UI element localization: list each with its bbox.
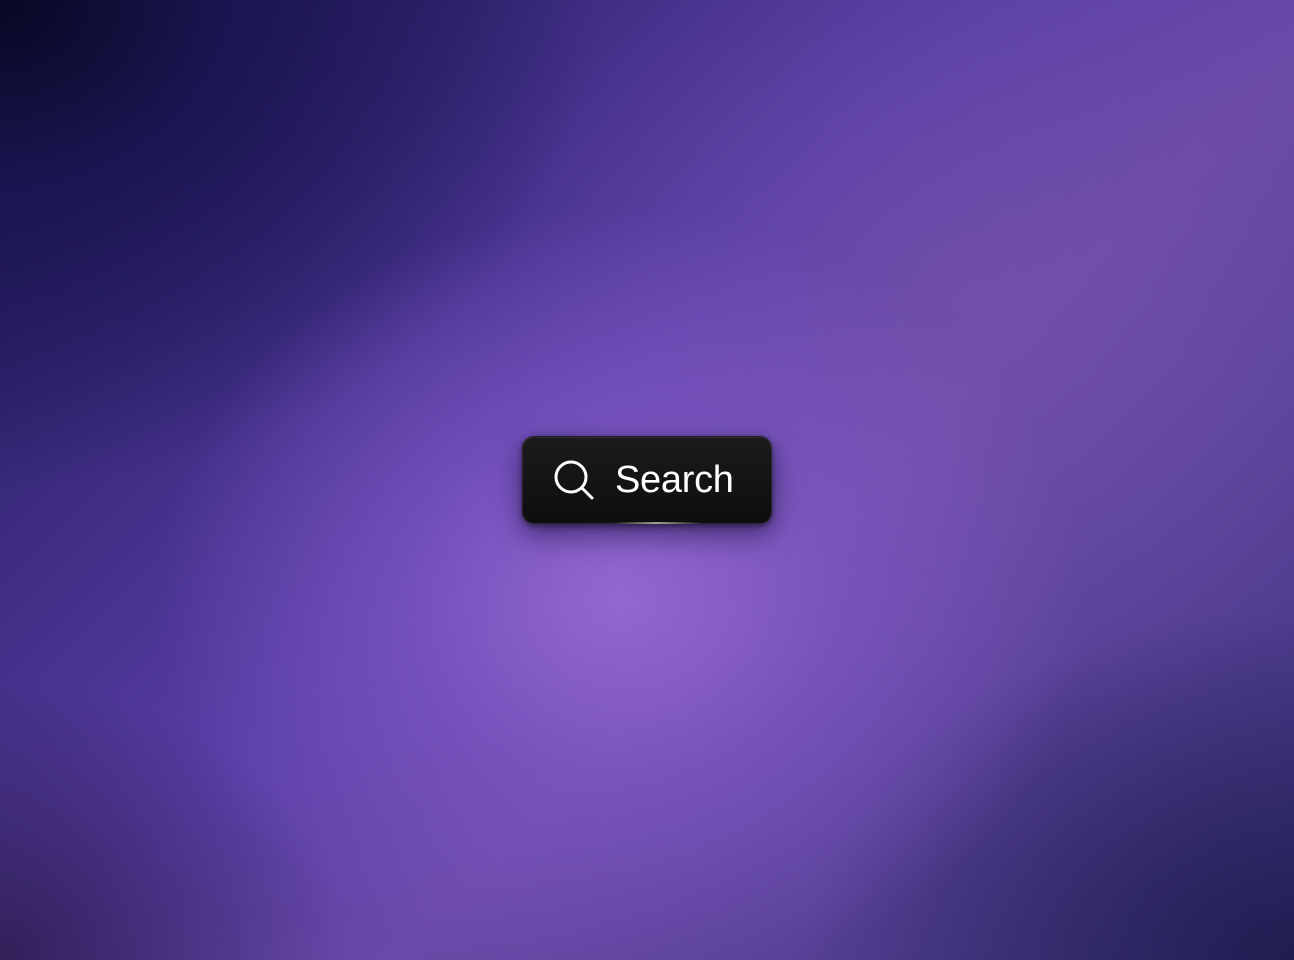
desktop-background: Search — [0, 0, 1294, 960]
search-button[interactable]: Search — [522, 436, 772, 524]
search-button-label: Search — [615, 459, 734, 501]
search-icon — [553, 459, 595, 501]
